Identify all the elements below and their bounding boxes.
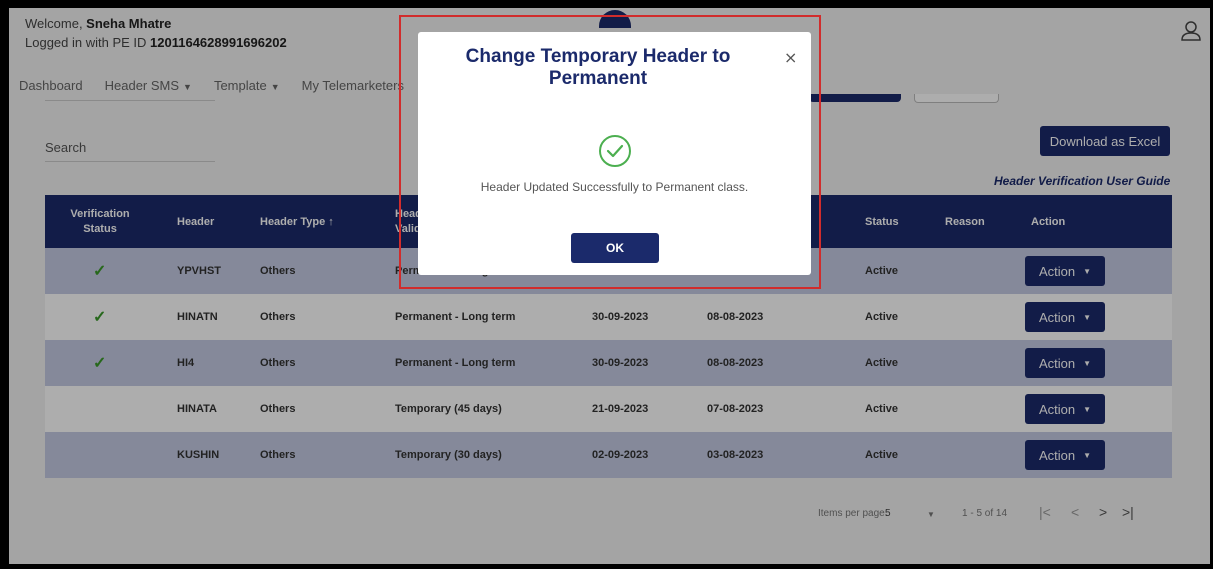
frame-border [0,564,1213,569]
modal-title: Change Temporary Header to Permanent [465,46,731,89]
close-icon[interactable]: × [784,48,797,67]
frame-border [0,0,9,569]
confirmation-modal: Change Temporary Header to Permanent × H… [418,32,811,275]
frame-border [0,0,1213,8]
modal-message: Header Updated Successfully to Permanent… [480,180,749,194]
ok-button[interactable]: OK [571,233,659,263]
success-check-icon [599,135,631,167]
